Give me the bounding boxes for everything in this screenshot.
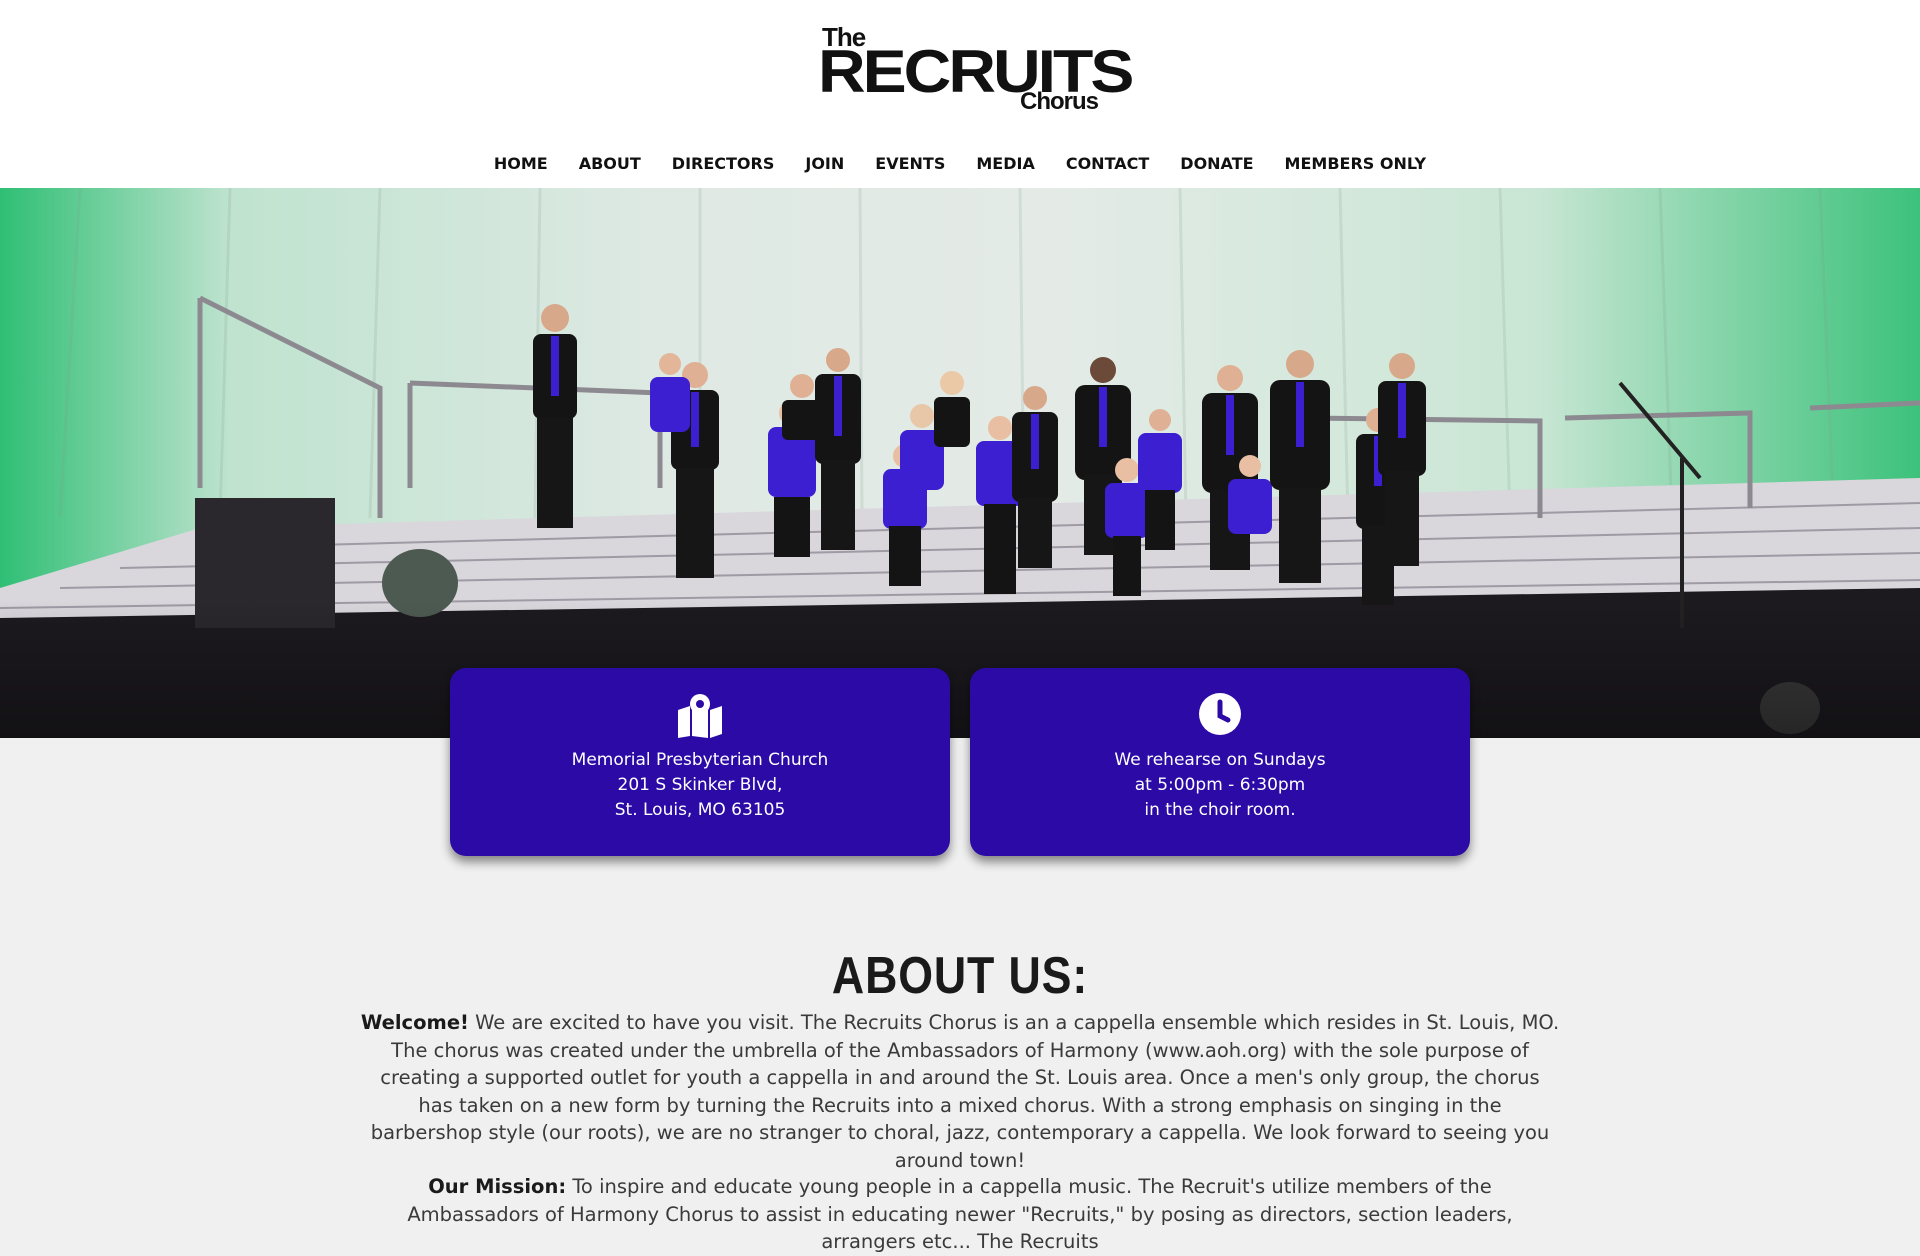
nav-about[interactable]: ABOUT <box>563 150 656 178</box>
clock-icon <box>1199 693 1241 735</box>
hero-photo-icon <box>0 188 1920 738</box>
welcome-label: Welcome! <box>360 1011 469 1034</box>
mission-text: To inspire and educate young people in a… <box>407 1175 1513 1253</box>
main-nav: HOME ABOUT DIRECTORS JOIN EVENTS MEDIA C… <box>0 150 1920 178</box>
nav-events[interactable]: EVENTS <box>860 150 961 178</box>
recruits-logo[interactable]: The RECRUITS Chorus <box>818 22 1134 118</box>
about-title: ABOUT US: <box>831 947 1089 1005</box>
location-line-3: St. Louis, MO 63105 <box>614 800 786 820</box>
nav-contact[interactable]: CONTACT <box>1050 150 1164 178</box>
rehearsal-line-3: in the choir room. <box>1144 800 1296 820</box>
rehearsal-line-1: We rehearse on Sundays <box>1114 750 1326 770</box>
nav-directors[interactable]: DIRECTORS <box>656 150 790 178</box>
welcome-text: We are excited to have you visit. The Re… <box>370 1011 1560 1172</box>
nav-media[interactable]: MEDIA <box>961 150 1050 178</box>
location-line-1: Memorial Presbyterian Church <box>571 750 829 770</box>
nav-join[interactable]: JOIN <box>790 150 860 178</box>
hero-photo <box>0 188 1920 738</box>
nav-donate[interactable]: DONATE <box>1165 150 1269 178</box>
logo-chorus-text: Chorus <box>1020 88 1099 115</box>
welcome-paragraph: Welcome! We are excited to have you visi… <box>360 1009 1560 1174</box>
map-icon <box>678 694 722 738</box>
site-header: The RECRUITS Chorus HOME ABOUT DIRECTORS… <box>0 0 1920 188</box>
mission-paragraph: Our Mission: To inspire and educate youn… <box>360 1173 1560 1256</box>
nav-members-only[interactable]: MEMBERS ONLY <box>1269 150 1442 178</box>
location-line-2: 201 S Skinker Blvd, <box>617 775 783 795</box>
mission-label: Our Mission: <box>428 1175 567 1198</box>
location-card: Memorial Presbyterian Church 201 S Skink… <box>450 668 950 856</box>
rehearsal-card: We rehearse on Sundays at 5:00pm - 6:30p… <box>970 668 1470 856</box>
rehearsal-line-2: at 5:00pm - 6:30pm <box>1134 775 1306 795</box>
nav-home[interactable]: HOME <box>478 150 563 178</box>
